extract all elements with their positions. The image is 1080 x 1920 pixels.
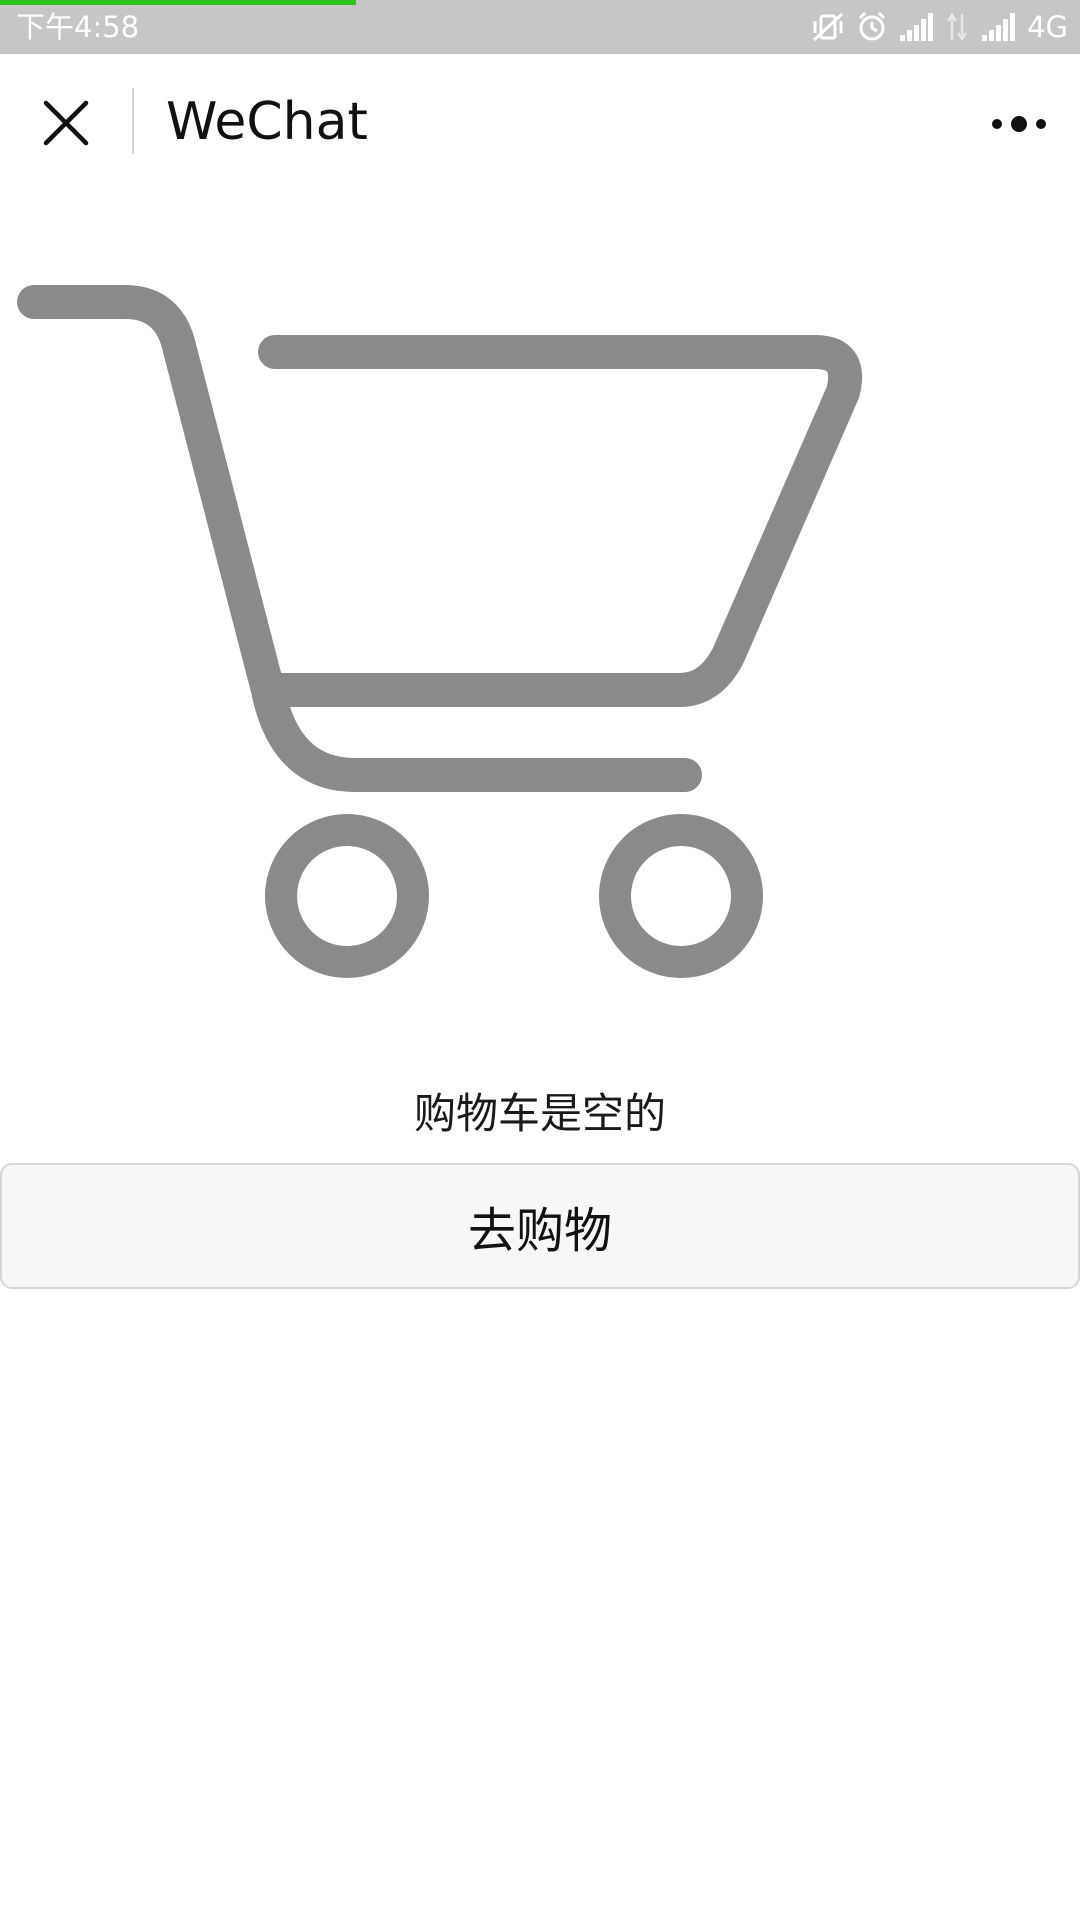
shopping-cart-icon — [17, 285, 863, 978]
empty-cart-message: 购物车是空的 — [413, 1089, 666, 1138]
data-arrows-icon — [947, 12, 968, 42]
close-button[interactable] — [26, 88, 106, 158]
status-bar: 下午4:58 4G — [0, 0, 1080, 54]
more-button[interactable] — [984, 94, 1054, 154]
more-dots-icon — [992, 116, 1046, 132]
signal-icon — [982, 13, 1016, 41]
go-shopping-button[interactable]: 去购物 — [0, 1163, 1080, 1289]
vibrate-off-icon — [813, 12, 844, 42]
status-icons: 4G — [811, 6, 1068, 48]
page-title: WeChat — [166, 92, 368, 152]
close-icon — [43, 100, 89, 146]
nav-divider — [132, 88, 134, 154]
alarm-icon — [859, 11, 886, 41]
nav-bar: WeChat — [0, 54, 1080, 190]
signal-icon — [900, 13, 934, 41]
network-type: 4G — [1027, 10, 1068, 44]
page-load-progress-bar — [0, 0, 357, 5]
status-time: 下午4:58 — [16, 10, 140, 44]
